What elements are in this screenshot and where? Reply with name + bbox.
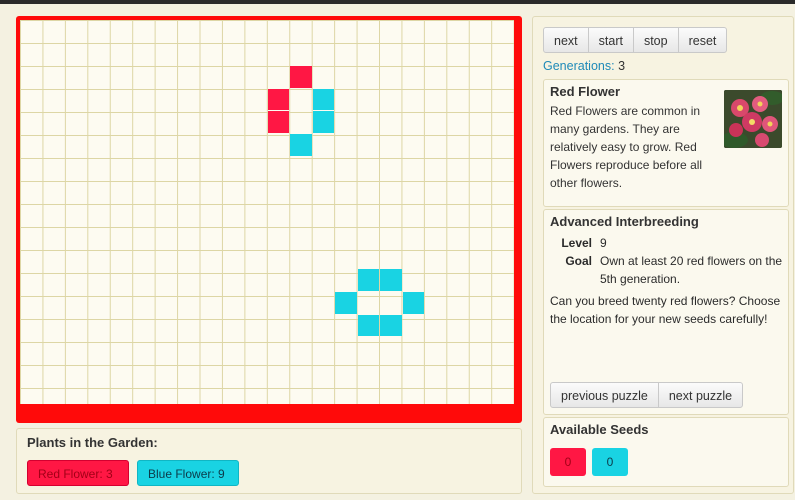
- level-label: Level: [561, 236, 592, 250]
- flower-description: Red Flowers are common in many gardens. …: [550, 104, 703, 190]
- red-begonia-photo-icon: [724, 90, 782, 148]
- simulation-controls: next start stop reset: [543, 27, 728, 53]
- puzzle-meta: Level 9 Goal Own at least 20 red flowers…: [550, 234, 786, 288]
- generations-value: 3: [618, 59, 626, 73]
- goal-value: Own at least 20 red flowers on the 5th g…: [600, 254, 783, 286]
- puzzle-card: Advanced Interbreeding Level 9 Goal Own …: [543, 209, 789, 415]
- seeds-card: Available Seeds 0 0: [543, 417, 789, 487]
- generations-counter: Generations: 3: [543, 59, 625, 73]
- red-flower-cell[interactable]: [290, 66, 312, 88]
- generations-label: Generations:: [543, 59, 615, 73]
- next-puzzle-button[interactable]: next puzzle: [657, 382, 744, 408]
- flower-title: Red Flower: [550, 84, 621, 99]
- side-panel: next start stop reset Generations: 3 Red…: [532, 16, 794, 494]
- goal-label: Goal: [565, 254, 592, 268]
- blue-flower-cell[interactable]: [357, 269, 380, 292]
- stop-button[interactable]: stop: [632, 27, 679, 53]
- red-flower-cell[interactable]: [268, 111, 290, 133]
- blue-flower-cell[interactable]: [290, 133, 312, 156]
- goal-row: Goal Own at least 20 red flowers on the …: [550, 252, 786, 288]
- blue-flower-cell[interactable]: [312, 111, 335, 133]
- blue-flower-cell[interactable]: [380, 314, 402, 337]
- plants-panel: Plants in the Garden: Red Flower: 3 Blue…: [16, 428, 522, 494]
- puzzle-title: Advanced Interbreeding: [550, 214, 699, 229]
- level-row: Level 9: [550, 234, 786, 252]
- red-seed-button[interactable]: 0: [550, 448, 586, 476]
- blue-flower-cell[interactable]: [402, 292, 425, 314]
- red-flower-count: Red Flower: 3: [27, 460, 129, 486]
- flower-info-card: Red Flower Red Flowers are common in man…: [543, 79, 789, 207]
- blue-flower-cell[interactable]: [380, 269, 402, 292]
- top-bar: [0, 0, 795, 4]
- plants-title: Plants in the Garden:: [27, 435, 158, 450]
- previous-puzzle-button[interactable]: previous puzzle: [550, 382, 659, 408]
- red-flower-cell[interactable]: [268, 88, 290, 111]
- level-value: 9: [600, 236, 607, 250]
- garden-grid[interactable]: [20, 20, 514, 404]
- blue-flower-cell[interactable]: [335, 292, 357, 314]
- blue-flower-cell[interactable]: [312, 88, 335, 111]
- reset-button[interactable]: reset: [677, 27, 728, 53]
- next-button[interactable]: next: [543, 27, 589, 53]
- start-button[interactable]: start: [587, 27, 634, 53]
- seeds-title: Available Seeds: [550, 422, 649, 437]
- garden-board: [16, 16, 522, 423]
- blue-flower-count: Blue Flower: 9: [137, 460, 239, 486]
- puzzle-navigation: previous puzzle next puzzle: [550, 382, 744, 408]
- blue-flower-cell[interactable]: [357, 314, 380, 337]
- puzzle-description: Can you breed twenty red flowers? Choose…: [550, 294, 781, 326]
- blue-seed-button[interactable]: 0: [592, 448, 628, 476]
